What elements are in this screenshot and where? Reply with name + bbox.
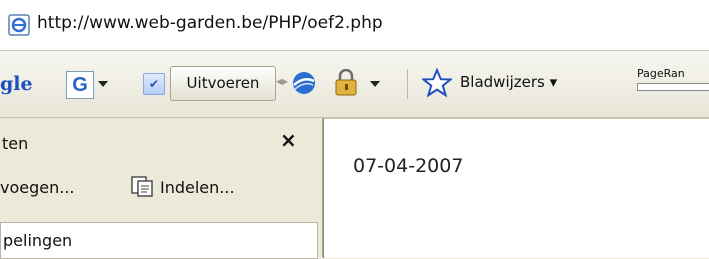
- bookmarks-label: Bladwijzers: [460, 73, 545, 91]
- checkbox-icon[interactable]: ✔: [143, 73, 165, 95]
- page-date: 07-04-2007: [353, 155, 464, 177]
- arrows-icon: ◂▸: [276, 74, 289, 88]
- sidebar-header: ten ×: [0, 118, 322, 164]
- bookmarks-menu[interactable]: Bladwijzers ▾: [460, 73, 557, 91]
- toolbar-separator: [407, 69, 408, 99]
- globe-icon[interactable]: [291, 70, 317, 96]
- page-content: 07-04-2007: [323, 118, 709, 258]
- address-url[interactable]: http://www.web-garden.be/PHP/oef2.php: [37, 13, 383, 33]
- chevron-down-icon[interactable]: [370, 81, 380, 87]
- star-icon[interactable]: [422, 68, 452, 98]
- list-item[interactable]: pelingen: [3, 231, 72, 250]
- chevron-down-icon[interactable]: [98, 81, 108, 87]
- add-button[interactable]: voegen...: [0, 178, 75, 197]
- pagerank-bar: [637, 83, 709, 91]
- google-g-icon[interactable]: G: [66, 71, 94, 99]
- sidebar-button-row: voegen... Indelen...: [0, 164, 322, 212]
- close-icon[interactable]: ×: [280, 128, 297, 152]
- address-bar[interactable]: http://www.web-garden.be/PHP/oef2.php: [0, 0, 709, 51]
- google-toolbar: gle G ✔ Uitvoeren ◂▸ Bladwijzers ▾ PageR…: [0, 51, 709, 118]
- sidebar-title: ten: [2, 134, 29, 153]
- lock-icon[interactable]: [333, 69, 359, 97]
- ie-page-icon: [8, 14, 30, 36]
- google-logo[interactable]: gle: [0, 73, 33, 95]
- sidebar-list: pelingen: [0, 222, 318, 259]
- organize-button[interactable]: Indelen...: [160, 178, 235, 197]
- organize-icon[interactable]: [130, 174, 154, 198]
- run-button[interactable]: Uitvoeren: [170, 66, 276, 101]
- sidebar-panel: ten × voegen... Indelen... pelingen: [0, 118, 323, 259]
- pagerank-label: PageRan: [637, 67, 685, 80]
